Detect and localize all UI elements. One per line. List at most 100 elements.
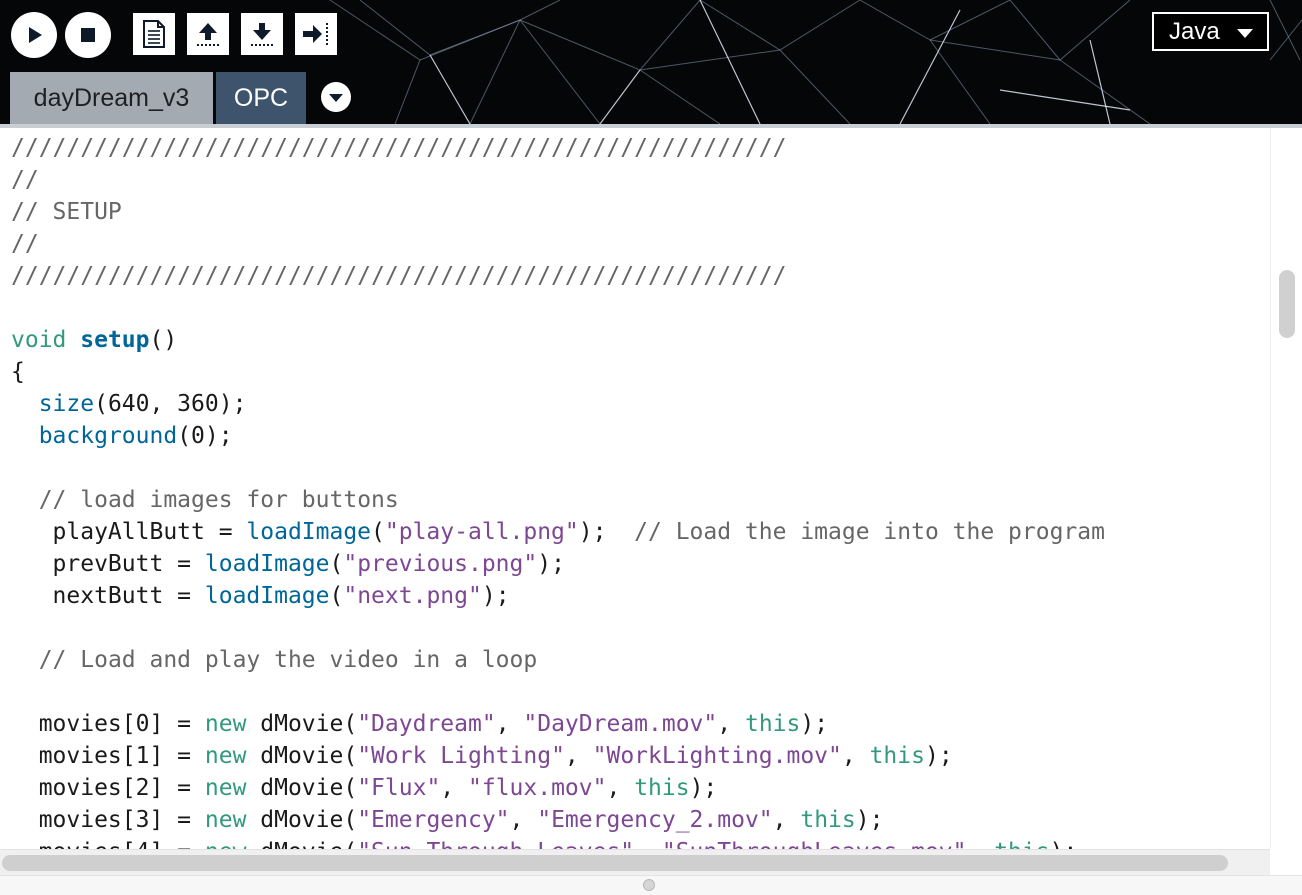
code-token: loadImage <box>204 551 330 577</box>
code-token: "SunThroughLeaves.mov" <box>662 839 967 849</box>
code-token: "previous.png" <box>343 551 538 577</box>
code-token: movies[2] = <box>11 775 205 801</box>
code-token: movies[0] = <box>11 711 205 737</box>
code-token: dMovie( <box>246 775 358 801</box>
code-token: this <box>869 743 925 769</box>
code-token: ); <box>481 583 510 609</box>
mode-label: Java <box>1169 17 1220 45</box>
code-line[interactable]: ////////////////////////////////////////… <box>11 260 1105 292</box>
code-token: ); <box>537 551 565 577</box>
code-line[interactable] <box>11 612 1105 644</box>
code-token: "DayDream.mov" <box>523 711 718 737</box>
code-token: "Emergency" <box>357 807 510 833</box>
new-sketch-icon <box>143 20 165 48</box>
new-sketch-button[interactable] <box>133 13 175 55</box>
save-button[interactable] <box>241 13 283 55</box>
code-line[interactable]: movies[0] = new dMovie("Daydream", "DayD… <box>11 708 1105 740</box>
code-token: "flux.mov" <box>468 775 607 801</box>
code-token: movies[1] = <box>11 743 205 769</box>
code-token: // SETUP <box>11 199 122 225</box>
code-line[interactable]: // <box>11 164 1105 196</box>
code-token: // <box>11 231 39 257</box>
code-token: prevButt = <box>11 551 205 577</box>
code-line[interactable] <box>11 676 1105 708</box>
code-token: "Emergency_2.mov" <box>537 807 773 833</box>
code-token: this <box>744 711 801 737</box>
code-token: dMovie( <box>246 711 358 737</box>
code-token: size <box>38 391 95 417</box>
code-line[interactable]: movies[2] = new dMovie("Flux", "flux.mov… <box>11 772 1105 804</box>
code-line[interactable]: // SETUP <box>11 196 1105 228</box>
play-icon <box>29 27 42 43</box>
code-line[interactable]: movies[4] = new dMovie("Sun Through Leav… <box>11 836 1105 849</box>
code-token: ////////////////////////////////////////… <box>11 263 787 289</box>
code-token: "play-all.png" <box>384 519 579 545</box>
code-line[interactable]: prevButt = loadImage("previous.png"); <box>11 548 1105 580</box>
code-line[interactable]: background(0); <box>11 420 1105 452</box>
tab-menu-button[interactable] <box>321 82 351 112</box>
code-token: loadImage <box>204 583 330 609</box>
save-icon <box>251 23 273 46</box>
code-line[interactable]: // load images for buttons <box>11 484 1105 516</box>
code-token: dMovie( <box>246 807 358 833</box>
code-token: this <box>800 807 856 833</box>
code-token: ( <box>371 519 385 545</box>
code-area[interactable]: ////////////////////////////////////////… <box>11 132 1105 849</box>
code-token: new <box>204 807 247 833</box>
vertical-scrollbar-thumb[interactable] <box>1279 270 1295 338</box>
code-token: dMovie( <box>246 743 358 769</box>
code-line[interactable]: movies[1] = new dMovie("Work Lighting", … <box>11 740 1105 772</box>
run-button[interactable] <box>11 12 57 58</box>
code-line[interactable] <box>11 452 1105 484</box>
code-token: "next.png" <box>343 583 482 609</box>
code-line[interactable]: nextButt = loadImage("next.png"); <box>11 580 1105 612</box>
code-token: ); <box>578 519 635 545</box>
code-line[interactable]: { <box>11 356 1105 388</box>
open-icon <box>197 23 219 46</box>
code-token: // load images for buttons <box>38 487 399 513</box>
stop-button[interactable] <box>65 12 111 58</box>
code-token: , <box>634 839 662 849</box>
code-token: "WorkLighting.mov" <box>592 743 842 769</box>
code-token: , <box>717 711 745 737</box>
code-token: // Load the image into the program <box>634 519 1105 545</box>
code-token: background <box>38 423 178 449</box>
code-token: , <box>772 807 801 833</box>
code-token: , <box>509 807 538 833</box>
code-token: (0); <box>177 423 233 449</box>
code-token: , <box>606 775 635 801</box>
code-line[interactable]: playAllButt = loadImage("play-all.png");… <box>11 516 1105 548</box>
code-editor[interactable]: ////////////////////////////////////////… <box>0 124 1302 849</box>
code-token: ( <box>329 551 344 577</box>
code-token: playAllButt = <box>11 519 247 545</box>
code-token: "Flux" <box>357 775 441 801</box>
code-token: this <box>994 839 1049 849</box>
code-line[interactable]: // <box>11 228 1105 260</box>
horizontal-scrollbar-thumb[interactable] <box>2 855 1228 871</box>
code-line[interactable] <box>11 292 1105 324</box>
code-token: ); <box>855 807 884 833</box>
code-token: loadImage <box>246 519 372 545</box>
splitter-handle[interactable] <box>643 879 655 891</box>
code-token: , <box>564 743 593 769</box>
tab-daydream-v3[interactable]: dayDream_v3 <box>10 72 213 124</box>
mode-selector[interactable]: Java <box>1152 12 1269 51</box>
code-token: // Load and play the video in a loop <box>38 647 538 673</box>
code-line[interactable]: void setup() <box>11 324 1105 356</box>
code-line[interactable]: size(640, 360); <box>11 388 1105 420</box>
code-token: new <box>205 839 247 849</box>
code-line[interactable]: ////////////////////////////////////////… <box>11 132 1105 164</box>
toolbar-header: Java dayDream_v3 OPC <box>0 0 1302 124</box>
tab-opc[interactable]: OPC <box>216 72 306 124</box>
code-token: this <box>634 775 690 801</box>
code-token: , <box>495 711 524 737</box>
vertical-scrollbar[interactable] <box>1270 128 1302 848</box>
open-button[interactable] <box>187 13 229 55</box>
code-line[interactable]: movies[3] = new dMovie("Emergency", "Eme… <box>11 804 1105 836</box>
code-line[interactable]: // Load and play the video in a loop <box>11 644 1105 676</box>
export-button[interactable] <box>295 13 337 55</box>
code-token: new <box>204 711 247 737</box>
code-token: "Sun Through Leaves" <box>357 839 634 849</box>
